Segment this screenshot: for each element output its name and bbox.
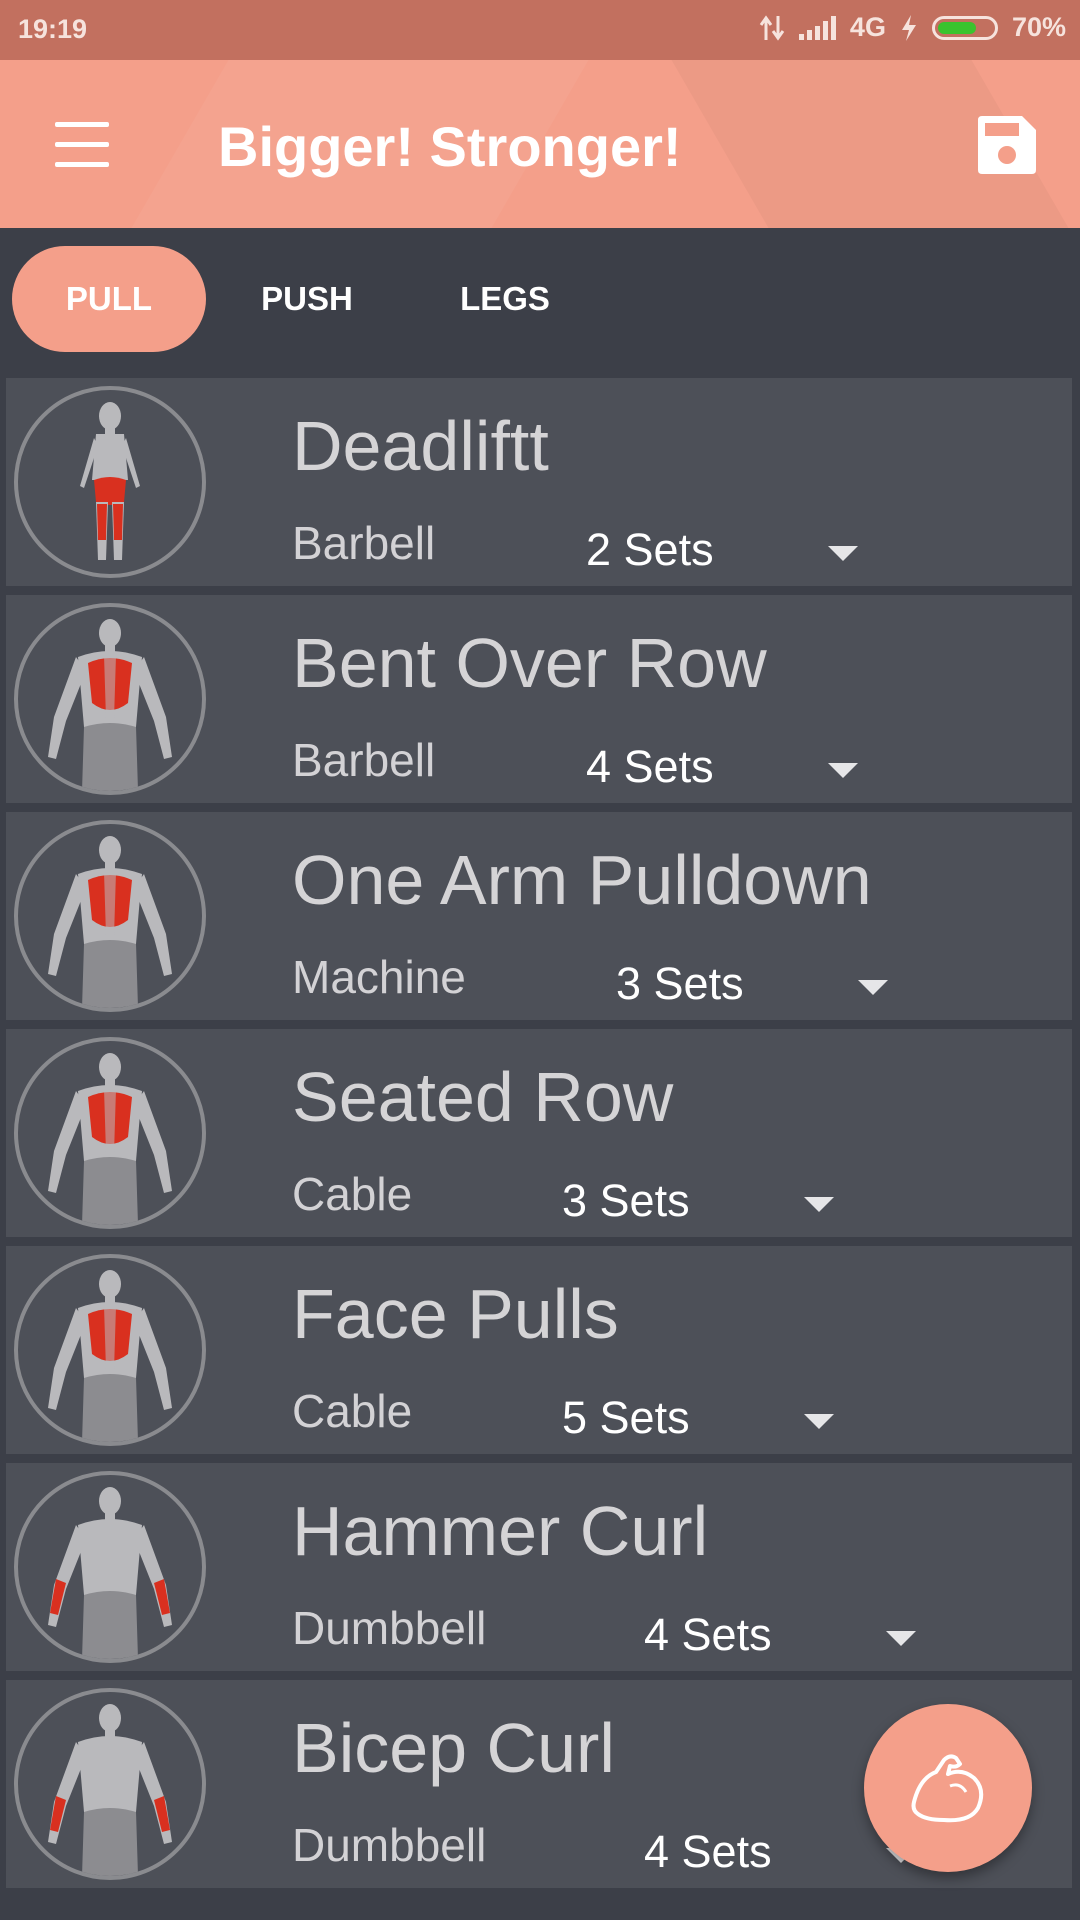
exercise-equipment: Cable (292, 1168, 413, 1220)
sets-dropdown[interactable]: 2 Sets (586, 524, 714, 576)
exercise-name: Bent Over Row (292, 624, 767, 702)
sets-dropdown[interactable]: 3 Sets (562, 1175, 690, 1227)
flexed-bicep-icon (911, 1754, 984, 1823)
app-title: Bigger! Stronger! (218, 115, 682, 178)
charging-icon (901, 14, 916, 41)
exercise-row[interactable]: One Arm Pulldown Machine 3 Sets (6, 812, 1072, 1020)
exercise-equipment: Dumbbell (292, 1819, 487, 1871)
status-icons: 4G 70% (759, 12, 1066, 43)
dropdown-arrow-icon[interactable] (804, 1414, 834, 1429)
exercise-equipment: Dumbbell (292, 1602, 487, 1654)
status-bar: 19:19 4G 70% (0, 0, 1080, 60)
sets-dropdown[interactable]: 4 Sets (644, 1609, 772, 1661)
dropdown-arrow-icon[interactable] (828, 546, 858, 561)
tab-push[interactable]: PUSH (214, 246, 400, 352)
floppy-disk-icon[interactable] (978, 116, 1036, 174)
dropdown-arrow-icon[interactable] (858, 980, 888, 995)
exercise-equipment: Cable (292, 1385, 413, 1437)
exercise-row[interactable]: Seated Row Cable 3 Sets (6, 1029, 1072, 1237)
app-bar: Bigger! Stronger! (0, 60, 1080, 228)
tab-legs[interactable]: LEGS (412, 246, 598, 352)
hamburger-menu-icon[interactable] (52, 122, 112, 168)
muscle-diagram-image (14, 603, 206, 795)
exercise-name: Deadliftt (292, 407, 549, 485)
exercise-row[interactable]: Face Pulls Cable 5 Sets (6, 1246, 1072, 1454)
exercise-row[interactable]: Bent Over Row Barbell 4 Sets (6, 595, 1072, 803)
muscle-diagram-image (14, 1254, 206, 1446)
muscle-diagram-image (14, 1688, 206, 1880)
status-time: 19:19 (18, 14, 88, 44)
muscle-diagram-image (14, 386, 206, 578)
exercise-name: Bicep Curl (292, 1709, 615, 1787)
muscle-diagram-image (14, 820, 206, 1012)
exercise-name: One Arm Pulldown (292, 841, 872, 919)
sets-dropdown[interactable]: 4 Sets (586, 741, 714, 793)
sets-dropdown[interactable]: 4 Sets (644, 1826, 772, 1878)
dropdown-arrow-icon[interactable] (828, 763, 858, 778)
dropdown-arrow-icon[interactable] (804, 1197, 834, 1212)
data-transfer-icon (759, 14, 785, 41)
battery-icon (931, 15, 998, 40)
exercise-equipment: Barbell (292, 517, 436, 569)
exercise-name: Seated Row (292, 1058, 674, 1136)
add-exercise-fab[interactable] (864, 1704, 1032, 1872)
battery-level-fill (937, 21, 976, 34)
network-type: 4G (849, 12, 886, 42)
exercise-equipment: Machine (292, 951, 466, 1003)
muscle-diagram-image (14, 1471, 206, 1663)
exercise-name: Face Pulls (292, 1275, 619, 1353)
exercise-row[interactable]: Deadliftt Barbell 2 Sets (6, 378, 1072, 586)
exercise-equipment: Barbell (292, 734, 436, 786)
category-tabs: PULL PUSH LEGS (0, 228, 1080, 376)
tab-pull[interactable]: PULL (12, 246, 206, 352)
sets-dropdown[interactable]: 3 Sets (616, 958, 744, 1010)
dropdown-arrow-icon[interactable] (886, 1631, 916, 1646)
exercise-row[interactable]: Hammer Curl Dumbbell 4 Sets (6, 1463, 1072, 1671)
exercise-name: Hammer Curl (292, 1492, 709, 1570)
battery-percent: 70% (1011, 12, 1066, 42)
sets-dropdown[interactable]: 5 Sets (562, 1392, 690, 1444)
muscle-diagram-image (14, 1037, 206, 1229)
signal-strength-icon (798, 15, 836, 40)
